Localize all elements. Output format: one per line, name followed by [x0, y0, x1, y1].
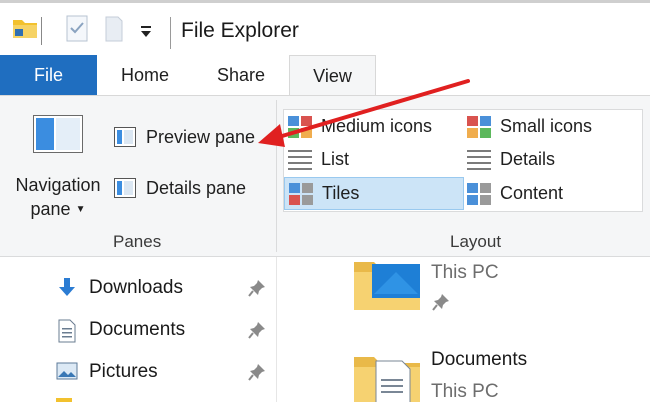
layout-small-icons-label: Small icons [500, 116, 593, 136]
chevron-down-icon[interactable] [138, 25, 154, 46]
medium-icons-icon [288, 115, 312, 138]
preview-pane-button[interactable]: Preview pane [114, 124, 255, 150]
documents-folder-icon [352, 349, 424, 402]
nav-item-pictures[interactable]: Pictures [56, 357, 158, 387]
layout-content-label: Content [500, 183, 564, 203]
layout-group-label: Layout [450, 232, 502, 251]
navigation-pane-icon [33, 115, 83, 153]
pictures-icon [56, 361, 78, 383]
quick-access-separator [40, 17, 44, 50]
file-name: Documents [431, 349, 528, 370]
layout-small-icons[interactable]: Small icons [467, 110, 639, 143]
title-separator [170, 17, 171, 49]
window-title: File Explorer [181, 19, 299, 42]
preview-pane-label: Preview pane [146, 126, 256, 147]
content-icon [467, 182, 491, 205]
folder-icon [12, 15, 38, 46]
ribbon-tabs: File Home Share View [0, 55, 650, 96]
download-icon [56, 277, 78, 299]
new-folder-icon[interactable] [103, 15, 125, 48]
dropdown-caret-icon: ▼ [75, 204, 86, 215]
small-icons-icon [467, 115, 491, 138]
nav-item-documents[interactable]: Documents [56, 315, 185, 345]
details-pane-label: Details pane [146, 177, 247, 198]
tab-home[interactable]: Home [97, 55, 193, 95]
nav-item-downloads[interactable]: Downloads [56, 273, 183, 303]
file-location: This PC [431, 381, 499, 402]
panes-group-label: Panes [113, 232, 162, 251]
partial-folder-icon [56, 398, 72, 402]
tab-view[interactable]: View [289, 55, 376, 96]
details-pane-icon [114, 178, 136, 198]
nav-item-documents-label: Documents [89, 319, 186, 340]
layout-medium-icons[interactable]: Medium icons [288, 110, 464, 143]
layout-medium-icons-label: Medium icons [321, 116, 433, 136]
document-icon [56, 319, 78, 343]
pin-icon[interactable] [248, 321, 266, 339]
tab-file[interactable]: File [0, 55, 97, 95]
layout-details[interactable]: Details [467, 143, 639, 176]
details-icon [467, 149, 491, 171]
layout-details-label: Details [500, 149, 556, 169]
details-pane-button[interactable]: Details pane [114, 175, 246, 201]
desktop-folder-icon [352, 254, 424, 317]
list-icon [288, 149, 312, 171]
ribbon-group-separator [276, 100, 277, 252]
layout-gallery: Medium icons Small icons List Details Ti… [283, 109, 643, 212]
ribbon-view: Navigation pane ▼ Preview pane Details p… [0, 95, 650, 257]
navigation-pane-label-line2: pane [30, 199, 71, 219]
navigation-pane-label-line1: Navigation [15, 175, 101, 195]
nav-item-pictures-label: Pictures [89, 361, 158, 382]
layout-list-label: List [321, 149, 350, 169]
navigation-pane-label: Navigation pane ▼ [0, 173, 116, 222]
properties-icon[interactable] [66, 15, 88, 48]
nav-item-downloads-label: Downloads [89, 277, 183, 298]
tab-share[interactable]: Share [193, 55, 289, 95]
explorer-content: Downloads Documents Pictures This PC Doc… [0, 257, 650, 402]
preview-pane-icon [114, 127, 136, 147]
layout-tiles[interactable]: Tiles [284, 177, 464, 210]
pin-icon [432, 293, 450, 316]
tiles-icon [289, 182, 313, 205]
layout-list[interactable]: List [288, 143, 464, 176]
layout-tiles-label: Tiles [322, 183, 360, 203]
layout-content[interactable]: Content [467, 177, 639, 210]
title-bar: File Explorer [0, 3, 650, 55]
file-location: This PC [431, 262, 499, 283]
pin-icon[interactable] [248, 279, 266, 297]
pin-icon[interactable] [248, 363, 266, 381]
pane-divider [276, 257, 277, 402]
